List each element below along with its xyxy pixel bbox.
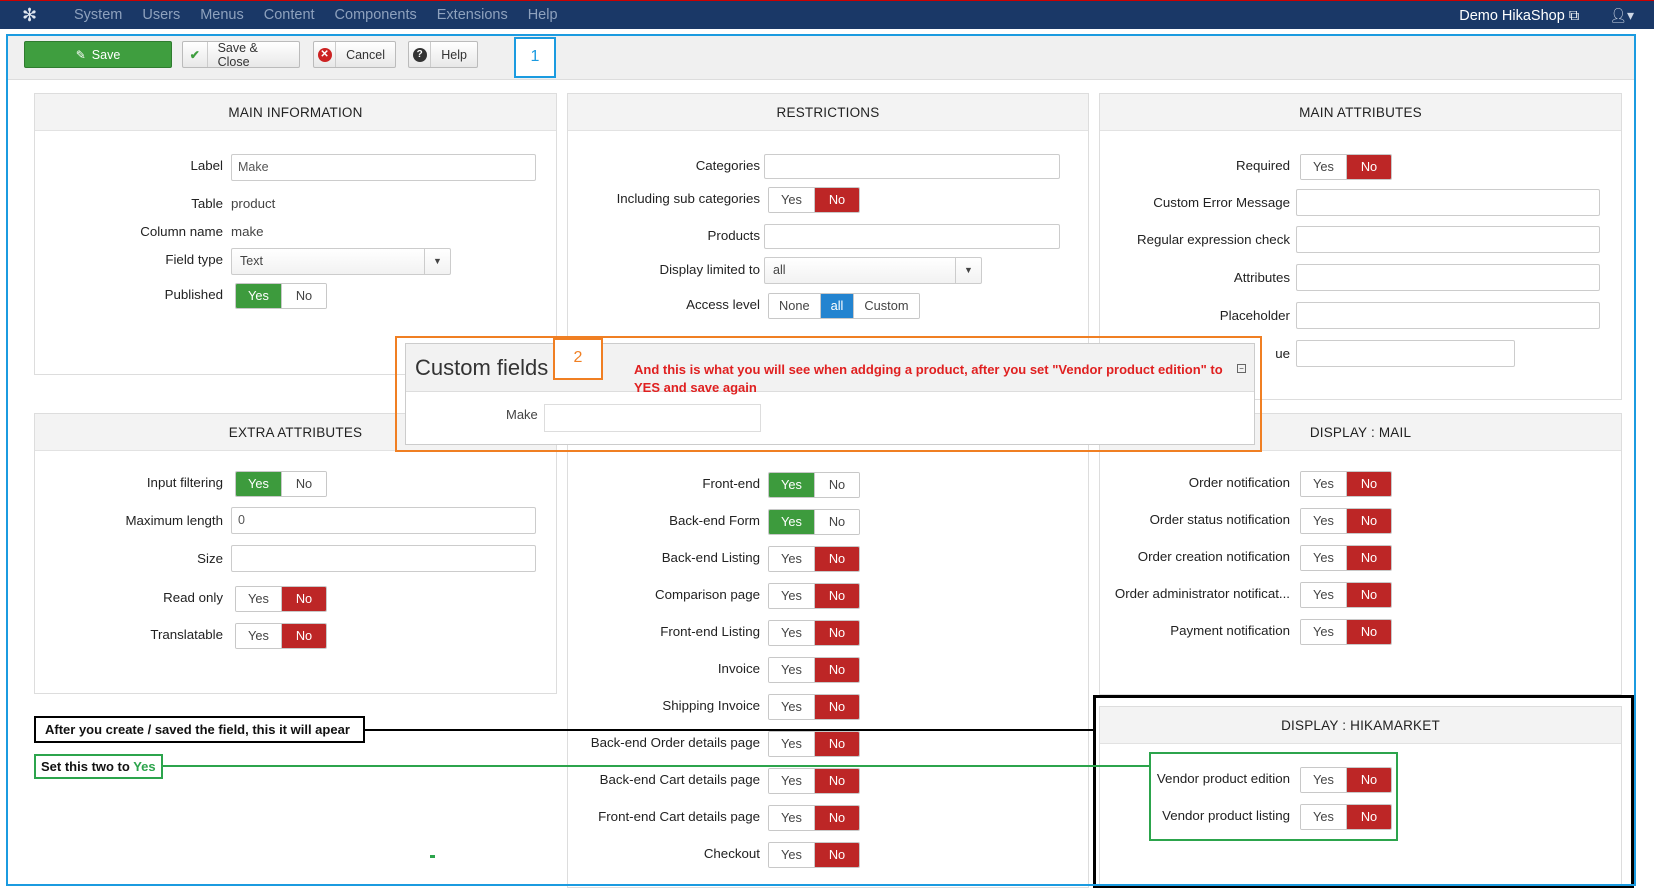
menu-extensions[interactable]: Extensions [427, 1, 518, 30]
site-link[interactable]: Demo HikaShop ⧉ [1459, 8, 1579, 24]
navbar-right: Demo HikaShop ⧉ 👤︎▾ [1459, 1, 1634, 30]
admin-menu: System Users Menus Content Components Ex… [64, 1, 568, 30]
menu-system[interactable]: System [64, 1, 132, 30]
menu-content[interactable]: Content [254, 1, 325, 30]
external-link-icon: ⧉ [1568, 7, 1580, 24]
site-name: Demo HikaShop [1459, 7, 1565, 24]
menu-help[interactable]: Help [518, 1, 568, 30]
menu-users[interactable]: Users [132, 1, 190, 30]
top-navbar: ✻ System Users Menus Content Components … [0, 0, 1654, 29]
menu-components[interactable]: Components [325, 1, 427, 30]
annotation-frame-blue [6, 34, 1636, 886]
user-icon[interactable]: 👤︎▾ [1609, 7, 1634, 24]
joomla-logo-icon[interactable]: ✻ [22, 5, 42, 25]
menu-menus[interactable]: Menus [190, 1, 254, 30]
